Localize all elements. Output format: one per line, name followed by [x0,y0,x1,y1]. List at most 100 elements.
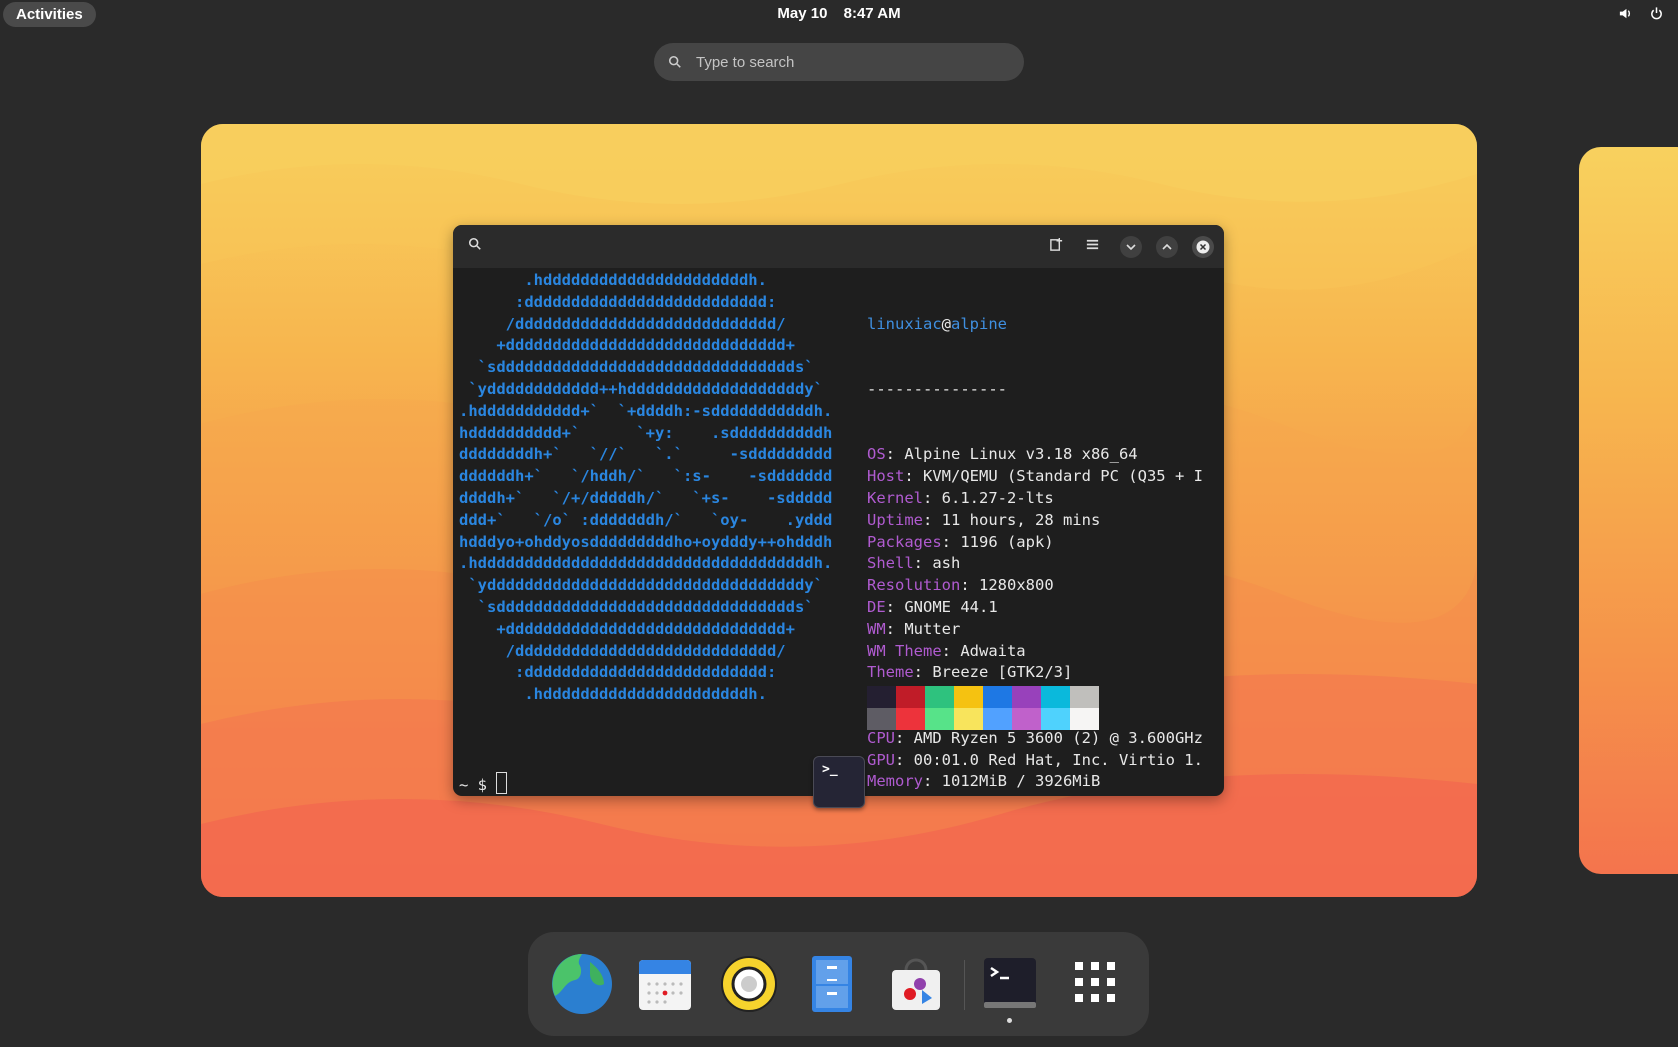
info-at: @ [941,314,951,333]
info-value: : 1280x800 [960,576,1054,595]
workspace-thumbnail-next[interactable] [1579,147,1678,874]
color-swatch [867,708,896,730]
info-row: Memory: 1012MiB / 3926MiB [867,771,1203,793]
close-button[interactable] [1192,236,1214,258]
clock[interactable]: May 10 8:47 AM [0,5,1678,22]
color-swatch [925,686,954,708]
color-swatch [954,708,983,730]
prompt-text: ~ $ [459,776,497,794]
ascii-line: .hddddddddddddddddddddddh. [459,685,767,704]
running-indicator [1007,1018,1012,1023]
web-browser-icon[interactable] [550,952,614,1016]
info-key: WM Theme [867,641,942,660]
ascii-line: `sdddddddddddddddddddddddddddddddds` [459,597,814,616]
calendar-icon[interactable] [633,952,697,1016]
info-value: : Alpine Linux v3.18 x86_64 [885,445,1138,464]
info-key: OS [867,445,886,464]
ascii-line: `sdddddddddddddddddddddddddddddddds` [459,358,814,377]
ascii-line: +dddddddddddddddddddddddddddddd+ [459,336,795,355]
power-icon[interactable] [1649,6,1664,21]
ascii-line: :dddddddddddddddddddddddddd: [459,292,777,311]
info-row: Theme: Breeze [GTK2/3] [867,662,1203,684]
info-key: Uptime [867,510,923,529]
info-value: : 11 hours, 28 mins [923,510,1101,529]
info-row: WM Theme: Adwaita [867,641,1203,663]
info-separator: --------------- [867,379,1007,398]
shell-prompt[interactable]: ~ $ [459,772,508,794]
terminal-output[interactable]: .hddddddddddddddddddddddh. :dddddddddddd… [453,268,1224,796]
info-host: alpine [951,314,1007,333]
chevron-up-icon [1162,243,1172,250]
info-value: : 1012MiB / 3926MiB [923,772,1101,791]
search-input[interactable] [694,52,998,72]
info-value: : 6.1.27-2-lts [923,488,1054,507]
info-key: Kernel [867,488,923,507]
info-value: : GNOME 44.1 [885,597,998,616]
volume-icon[interactable] [1618,6,1633,21]
music-player-icon[interactable] [717,952,781,1016]
color-swatch [1012,708,1041,730]
system-tray[interactable] [1618,6,1664,21]
color-swatch [867,686,896,708]
terminal-glyph: >_ [822,762,838,777]
info-key: DE [867,597,886,616]
info-value: : Breeze [GTK2/3] [913,663,1073,682]
text-cursor [496,772,508,794]
ascii-line: ddddddddh+` `//` `.` -sddddddddd [459,445,833,464]
terminal-headerbar [453,225,1224,268]
info-row: Kernel: 6.1.27-2-lts [867,488,1203,510]
software-store-icon[interactable] [884,952,948,1016]
ascii-line: .hddddddddddddddddddddddddddddddddddddh. [459,554,833,573]
info-row: Uptime: 11 hours, 28 mins [867,510,1203,532]
info-key: Memory [867,772,923,791]
ascii-line: ddddddh+` `/hddh/` `:s- -sddddddd [459,467,833,486]
close-icon [1196,240,1210,254]
color-swatch [983,708,1012,730]
ascii-line: /dddddddddddddddddddddddddddd/ [459,314,786,333]
info-row: WM: Mutter [867,619,1203,641]
minimize-button[interactable] [1120,236,1142,258]
info-value: : Mutter [885,619,961,638]
color-swatch [1070,686,1099,708]
info-key: Theme [867,663,914,682]
ascii-line: ddd+` `/o` :dddddddh/` `oy- .yddd [459,510,833,529]
maximize-button[interactable] [1156,236,1178,258]
chevron-down-icon [1126,244,1136,251]
color-swatch [1012,686,1041,708]
info-key: Resolution [867,576,961,595]
ascii-line: +dddddddddddddddddddddddddddddd+ [459,619,795,638]
color-swatch [925,708,954,730]
info-user: linuxiac [867,314,942,333]
app-grid-icon[interactable] [1063,952,1127,1016]
info-value: : KVM/QEMU (Standard PC (Q35 + I [904,467,1203,486]
search-icon[interactable] [468,237,482,251]
info-key: Packages [867,532,942,551]
info-key: Host [867,467,905,486]
info-row: Host: KVM/QEMU (Standard PC (Q35 + I [867,466,1203,488]
ascii-line: `ydddddddddddd++hdddddddddddddddddddy` [459,379,823,398]
ascii-line: `yddddddddddddddddddddddddddddddddddy` [459,576,823,595]
info-value: : Adwaita [941,641,1026,660]
ascii-line: ddddh+` `/+/dddddh/` `+s- -sddddd [459,488,833,507]
menu-icon[interactable] [1085,237,1100,252]
search-bar[interactable] [654,43,1024,81]
color-swatch [954,686,983,708]
color-swatch [896,686,925,708]
new-tab-icon[interactable] [1049,237,1064,252]
info-key: Shell [867,554,914,573]
clock-time: 8:47 AM [843,5,901,22]
terminal-window[interactable]: .hddddddddddddddddddddddh. :dddddddddddd… [453,225,1224,796]
info-value: : 1196 (apk) [941,532,1054,551]
file-manager-icon[interactable] [800,952,864,1016]
color-swatch [1041,708,1070,730]
info-row: CPU: AMD Ryzen 5 3600 (2) @ 3.600GHz [867,728,1203,750]
ascii-line: .hddddddddddddddddddddddh. [459,271,767,289]
info-row: DE: GNOME 44.1 [867,597,1203,619]
terminal-window-app-icon[interactable]: >_ [813,756,865,808]
clock-date: May 10 [777,5,828,22]
info-row: Packages: 1196 (apk) [867,532,1203,554]
terminal-icon[interactable] [978,952,1042,1016]
info-row: Resolution: 1280x800 [867,575,1203,597]
info-row: Shell: ash [867,553,1203,575]
info-row: GPU: 00:01.0 Red Hat, Inc. Virtio 1. [867,750,1203,772]
